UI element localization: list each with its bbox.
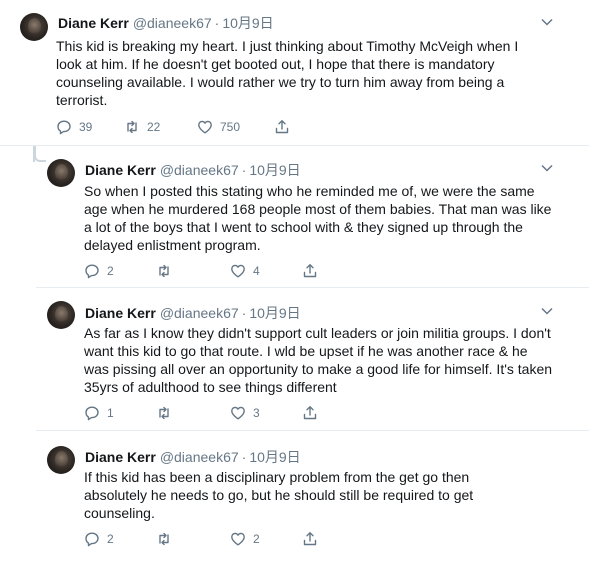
reply-count: 2 [107, 532, 114, 546]
like-count: 4 [253, 264, 260, 278]
tweet-text: This kid is breaking my heart. I just th… [56, 38, 519, 108]
tweet-actions: 1 3 [84, 404, 334, 422]
tweet-date[interactable]: 10月9日 [222, 15, 273, 31]
separator-dot: · [241, 162, 247, 178]
like-count: 2 [253, 532, 260, 546]
reply-button[interactable]: 1 [84, 404, 114, 422]
reply-icon [56, 119, 72, 135]
retweet-count: 22 [147, 120, 161, 134]
tweet[interactable]: Diane Kerr @dianeek67 · 10月9日 So when I pos… [0, 146, 589, 287]
thread-connector [34, 146, 46, 162]
share-icon [302, 263, 318, 279]
reply-count: 2 [107, 264, 114, 278]
avatar[interactable] [47, 301, 75, 329]
tweet-header: Diane Kerr @dianeek67 · 10月9日 [85, 448, 301, 466]
share-icon [302, 531, 318, 547]
share-button[interactable] [302, 404, 318, 422]
reply-icon [84, 405, 100, 421]
share-button[interactable] [302, 530, 318, 548]
retweet-icon [124, 119, 140, 135]
separator-dot: · [214, 15, 220, 31]
reply-button[interactable]: 2 [84, 530, 114, 548]
chevron-down-icon[interactable] [540, 161, 554, 175]
chevron-down-icon[interactable] [540, 15, 554, 29]
author-name[interactable]: Diane Kerr [85, 449, 156, 465]
heart-icon [230, 531, 246, 547]
heart-icon [230, 263, 246, 279]
like-button[interactable]: 4 [230, 262, 260, 280]
avatar[interactable] [47, 159, 75, 187]
tweet-actions: 39 22 750 [56, 118, 316, 136]
tweet-date[interactable]: 10月9日 [249, 449, 300, 465]
retweet-button[interactable] [156, 530, 179, 548]
share-button[interactable] [302, 262, 318, 280]
share-button[interactable] [274, 118, 290, 136]
retweet-button[interactable] [156, 404, 179, 422]
tweet-header: Diane Kerr @dianeek67 · 10月9日 [58, 14, 274, 32]
author-name[interactable]: Diane Kerr [85, 305, 156, 321]
reply-button[interactable]: 2 [84, 262, 114, 280]
share-icon [274, 119, 290, 135]
like-count: 3 [253, 406, 260, 420]
tweet-date[interactable]: 10月9日 [249, 162, 300, 178]
tweet-text: If this kid has been a disciplinary prob… [84, 469, 474, 521]
tweet[interactable]: Diane Kerr @dianeek67 · 10月9日 This kid is b… [0, 0, 589, 145]
reply-icon [84, 531, 100, 547]
tweet-actions: 2 4 [84, 262, 334, 280]
tweet-text: As far as I know they didn't support cul… [84, 325, 553, 395]
reply-count: 39 [79, 120, 93, 134]
heart-icon [230, 405, 246, 421]
reply-icon [84, 263, 100, 279]
retweet-button[interactable] [156, 262, 179, 280]
avatar[interactable] [20, 13, 48, 41]
tweet-text: So when I posted this stating who he rem… [84, 183, 552, 253]
like-button[interactable]: 3 [230, 404, 260, 422]
heart-icon [197, 119, 213, 135]
avatar[interactable] [47, 446, 75, 474]
reply-count: 1 [107, 406, 114, 420]
separator-dot: · [241, 305, 247, 321]
tweet-actions: 2 2 [84, 530, 334, 548]
separator-dot: · [241, 449, 247, 465]
like-button[interactable]: 2 [230, 530, 260, 548]
author-handle[interactable]: @dianeek67 [160, 162, 239, 178]
author-name[interactable]: Diane Kerr [58, 15, 129, 31]
author-handle[interactable]: @dianeek67 [133, 15, 212, 31]
retweet-button[interactable]: 22 [124, 118, 160, 136]
like-count: 750 [220, 120, 241, 134]
retweet-icon [156, 263, 172, 279]
reply-button[interactable]: 39 [56, 118, 92, 136]
retweet-icon [156, 405, 172, 421]
author-name[interactable]: Diane Kerr [85, 162, 156, 178]
chevron-down-icon[interactable] [540, 304, 554, 318]
tweet-header: Diane Kerr @dianeek67 · 10月9日 [85, 304, 301, 322]
author-handle[interactable]: @dianeek67 [160, 305, 239, 321]
tweet[interactable]: Diane Kerr @dianeek67 · 10月9日 If this kid h… [0, 431, 589, 562]
share-icon [302, 405, 318, 421]
tweet-header: Diane Kerr @dianeek67 · 10月9日 [85, 161, 301, 179]
author-handle[interactable]: @dianeek67 [160, 449, 239, 465]
tweet-date[interactable]: 10月9日 [249, 305, 300, 321]
like-button[interactable]: 750 [197, 118, 240, 136]
retweet-icon [156, 531, 172, 547]
tweet[interactable]: Diane Kerr @dianeek67 · 10月9日 As far as I k… [0, 288, 589, 430]
